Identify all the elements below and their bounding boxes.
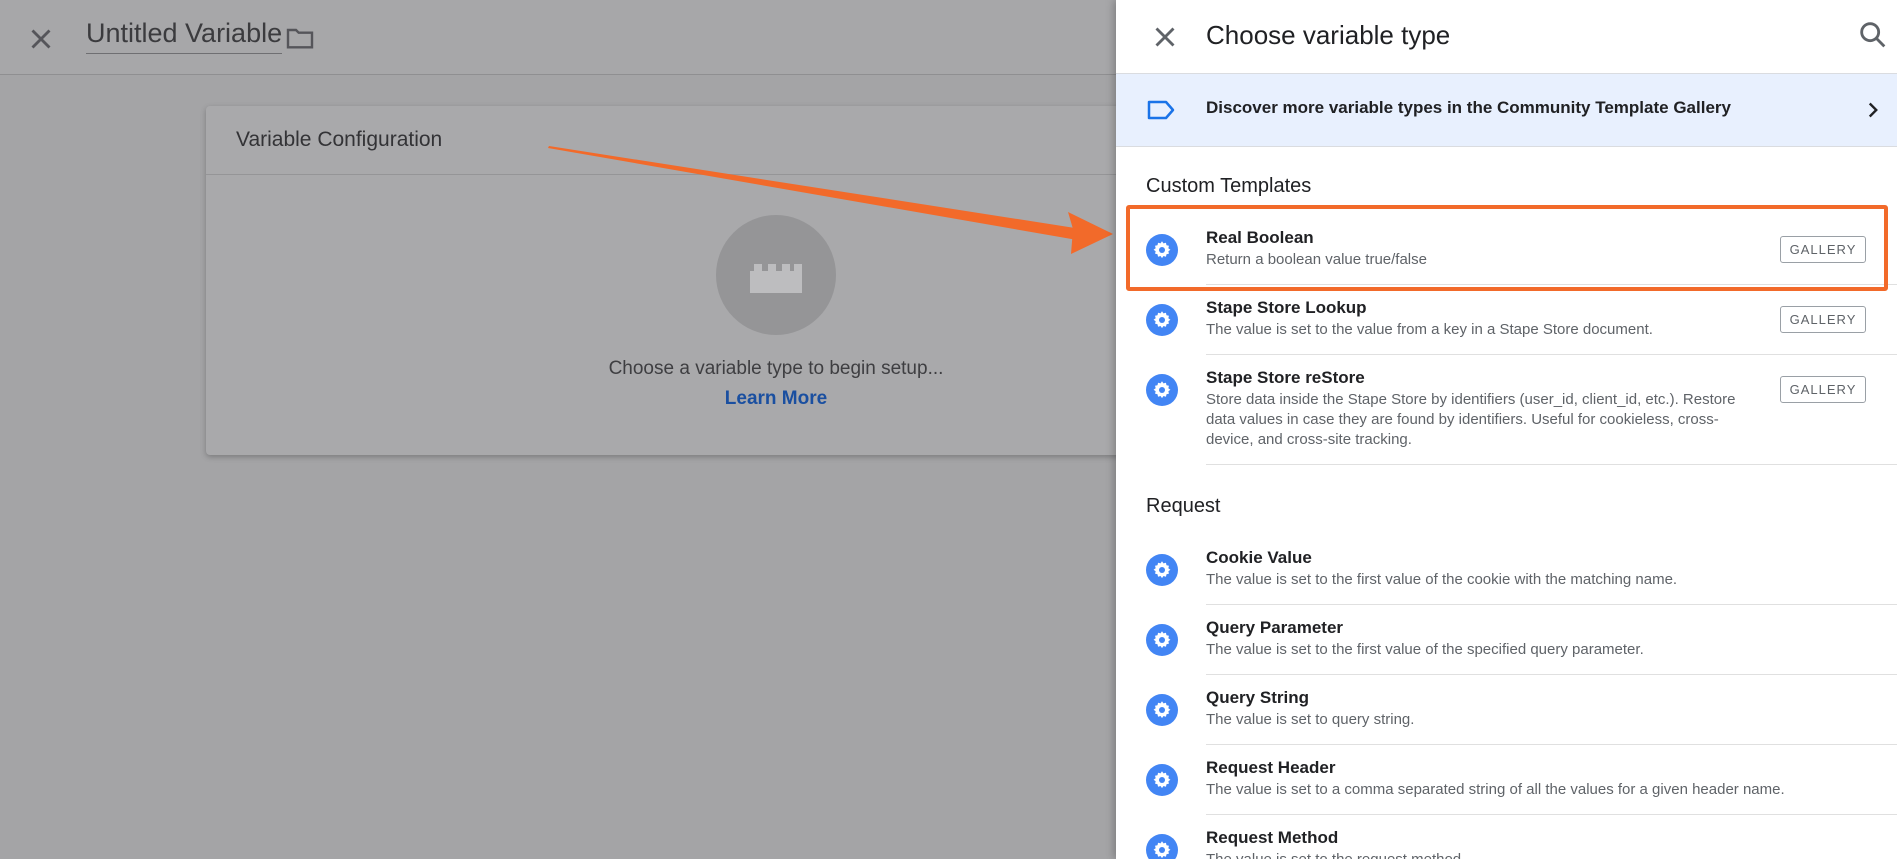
gallery-button[interactable]: GALLERY <box>1780 306 1866 333</box>
variable-configuration-card[interactable]: Variable Configuration Choose a variable… <box>206 106 1206 455</box>
item-name: Stape Store reStore <box>1206 368 1365 387</box>
section-title-request: Request <box>1146 495 1221 517</box>
variable-type-stape-store-restore[interactable]: Stape Store reStore Store data inside th… <box>1116 355 1897 465</box>
gear-icon <box>1146 694 1178 726</box>
item-description: Store data inside the Stape Store by ide… <box>1206 391 1736 448</box>
card-divider <box>206 174 1206 175</box>
gear-icon <box>1146 234 1178 266</box>
label-tag-icon <box>1147 100 1175 120</box>
close-icon[interactable] <box>24 22 58 56</box>
gear-icon <box>1146 624 1178 656</box>
variable-type-placeholder[interactable] <box>716 215 836 335</box>
section-title-custom-templates: Custom Templates <box>1146 175 1312 197</box>
item-name: Cookie Value <box>1206 548 1312 567</box>
item-description: The value is set to the value from a key… <box>1206 321 1653 338</box>
gear-icon <box>1146 834 1178 859</box>
variable-type-real-boolean[interactable]: Real Boolean Return a boolean value true… <box>1116 215 1897 285</box>
choose-variable-type-panel: Choose variable type Discover more varia… <box>1116 0 1897 859</box>
item-name: Request Method <box>1206 828 1339 847</box>
chevron-right-icon <box>1868 102 1878 118</box>
gallery-button[interactable]: GALLERY <box>1780 236 1866 263</box>
community-gallery-banner[interactable]: Discover more variable types in the Comm… <box>1116 73 1897 147</box>
setup-prompt: Choose a variable type to begin setup... <box>608 358 944 379</box>
item-name: Request Header <box>1206 758 1336 777</box>
item-description: The value is set to a comma separated st… <box>1206 781 1785 798</box>
variable-type-request-method[interactable]: Request Method The value is set to the r… <box>1116 815 1897 859</box>
banner-text: Discover more variable types in the Comm… <box>1206 98 1731 117</box>
card-title: Variable Configuration <box>236 128 443 151</box>
close-icon[interactable] <box>1148 20 1182 54</box>
variable-title[interactable]: Untitled Variable <box>86 18 283 54</box>
item-name: Query Parameter <box>1206 618 1344 637</box>
variable-type-query-parameter[interactable]: Query Parameter The value is set to the … <box>1116 605 1897 675</box>
learn-more-link[interactable]: Learn More <box>506 388 1046 410</box>
item-description: The value is set to the request method. <box>1206 850 1866 859</box>
gallery-button[interactable]: GALLERY <box>1780 376 1866 403</box>
variable-type-request-header[interactable]: Request Header The value is set to a com… <box>1116 745 1897 815</box>
item-description: The value is set to the first value of t… <box>1206 641 1644 658</box>
variable-type-query-string[interactable]: Query String The value is set to query s… <box>1116 675 1897 745</box>
lego-brick-icon <box>750 264 802 293</box>
variable-type-stape-store-lookup[interactable]: Stape Store Lookup The value is set to t… <box>1116 285 1897 355</box>
gear-icon <box>1146 374 1178 406</box>
item-name: Real Boolean <box>1206 228 1314 247</box>
gear-icon <box>1146 554 1178 586</box>
item-name: Query String <box>1206 688 1309 707</box>
panel-title: Choose variable type <box>1206 20 1451 50</box>
search-icon[interactable] <box>1856 18 1890 52</box>
panel-header: Choose variable type <box>1116 0 1897 73</box>
item-name: Stape Store Lookup <box>1206 298 1367 317</box>
item-description: The value is set to the first value of t… <box>1206 571 1678 588</box>
gear-icon <box>1146 304 1178 336</box>
variable-type-cookie-value[interactable]: Cookie Value The value is set to the fir… <box>1116 535 1897 605</box>
folder-icon[interactable] <box>284 22 316 54</box>
item-description: The value is set to query string. <box>1206 711 1415 728</box>
item-description: Return a boolean value true/false <box>1206 251 1427 268</box>
gear-icon <box>1146 764 1178 796</box>
